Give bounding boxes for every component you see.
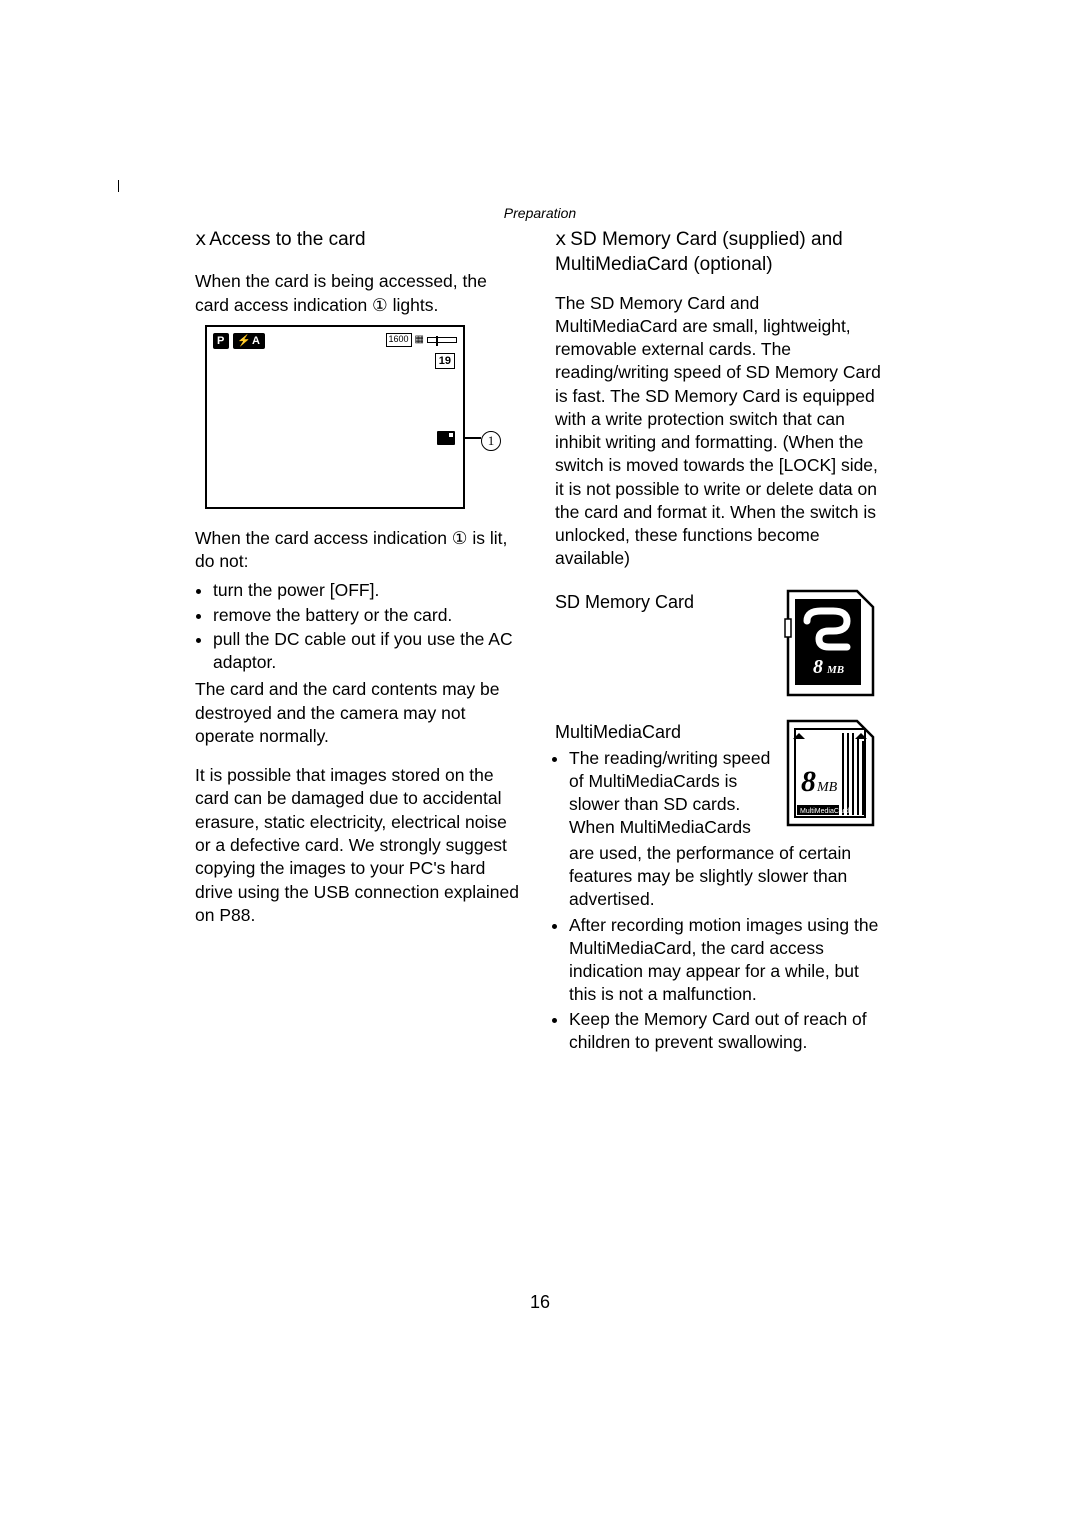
mmc-unit-text: MB [816,780,838,795]
mmc-bullet-1-wrapped: The reading/writing speed of MultiMediaC… [569,748,770,838]
mmc-bullet-1-cont: are used, the performance of certain fea… [569,842,885,912]
warning-bullets: turn the power [OFF]. remove the battery… [195,579,525,674]
screen-top-right: 1600 ▦ [386,333,457,347]
sd-unit-text: MB [826,664,844,676]
heading-bullet: x [555,227,565,252]
list-item: turn the power [OFF]. [213,579,525,602]
sd-capacity-text: 8 [813,656,823,678]
mmc-card-label: MultiMediaCard [555,719,773,745]
mmc-card-illustration: 8 MB MultiMediaCard [783,719,877,829]
section-label: Preparation [195,205,885,221]
list-item: pull the DC cable out if you use the AC … [213,628,525,675]
page-number: 16 [0,1292,1080,1313]
zoom-bar-icon [427,337,457,343]
sd-card-label: SD Memory Card [555,589,773,615]
callout-number-icon: 1 [481,431,501,451]
right-heading: x SD Memory Card (supplied) and MultiMed… [555,227,885,278]
crop-mark [118,180,119,192]
sd-card-illustration: 8 MB [783,589,877,699]
flash-badge: ⚡A [233,333,265,350]
left-intro: When the card is being accessed, the car… [195,270,525,317]
left-heading-text: Access to the card [209,229,365,250]
mmc-bullets-rest: After recording motion images using the … [555,914,885,1055]
lcd-screen-figure: P ⚡A 1600 ▦ 19 1 [205,325,465,509]
shots-remaining: 19 [435,353,455,370]
mmc-bullets-first: The reading/writing speed of MultiMediaC… [555,747,773,840]
list-item: After recording motion images using the … [569,914,885,1007]
sd-card-row: SD Memory Card 8 MB [555,589,885,699]
list-item: Keep the Memory Card out of reach of chi… [569,1008,885,1055]
mode-badge: P [213,333,229,350]
screen-top-icons: P ⚡A [213,333,265,350]
warning-intro: When the card access indication ① is lit… [195,527,525,574]
resolution-badge: 1600 [386,333,412,347]
mmc-card-row: MultiMediaCard The reading/writing speed… [555,719,885,844]
warning-after: The card and the card contents may be de… [195,678,525,748]
callout-line [463,437,481,439]
manual-page: Preparation x Access to the card When th… [195,205,885,1058]
card-access-icon [437,431,455,445]
list-item: remove the battery or the card. [213,604,525,627]
quality-icon: ▦ [415,333,424,346]
right-heading-text: SD Memory Card (supplied) and MultiMedia… [555,229,843,275]
right-intro: The SD Memory Card and MultiMediaCard ar… [555,292,885,571]
mmc-text-block: MultiMediaCard The reading/writing speed… [555,719,773,844]
left-column: x Access to the card When the card is be… [195,227,525,1058]
mmc-sub-label: MultiMediaCard [800,808,849,815]
callout-marker: 1 [481,431,501,451]
right-column: x SD Memory Card (supplied) and MultiMed… [555,227,885,1058]
list-item: The reading/writing speed of MultiMediaC… [569,747,773,840]
left-heading: x Access to the card [195,227,525,252]
left-note: It is possible that images stored on the… [195,764,525,927]
mmc-capacity-text: 8 [801,765,816,798]
heading-bullet: x [195,227,205,252]
two-column-layout: x Access to the card When the card is be… [195,227,885,1058]
